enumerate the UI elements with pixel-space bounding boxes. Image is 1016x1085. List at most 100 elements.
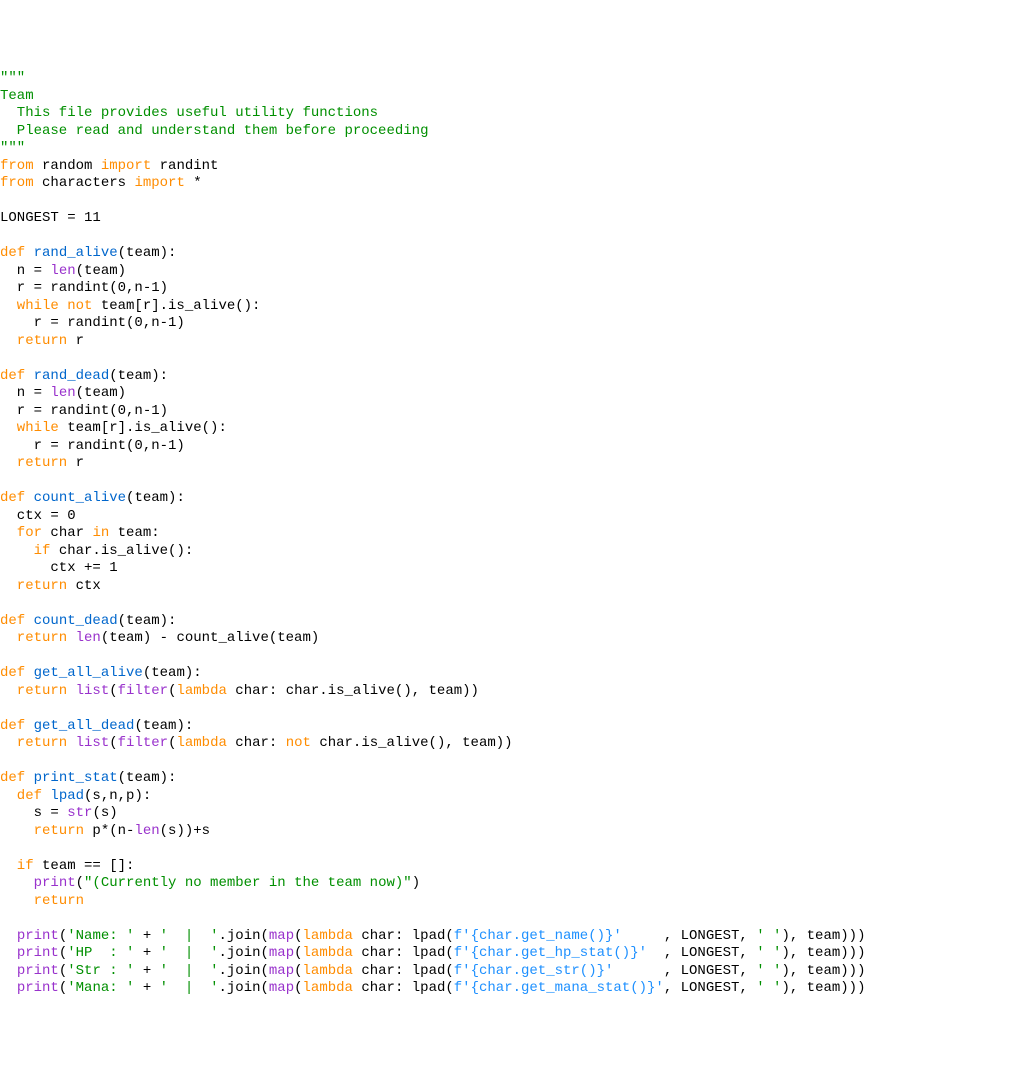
- lambda-kw: lambda: [303, 945, 353, 961]
- docstring-close: """: [0, 140, 25, 156]
- import-kw: import: [134, 175, 184, 191]
- def-kw: def: [0, 245, 25, 261]
- doc-line-2: This file provides useful utility functi…: [0, 105, 378, 121]
- fn-print-stat: print_stat: [25, 770, 117, 786]
- fn-get-all-dead: get_all_dead: [25, 718, 134, 734]
- string-literal: ' ': [756, 963, 781, 979]
- code-text: team[r].is_alive():: [59, 420, 227, 436]
- fn-sig: (team):: [109, 368, 168, 384]
- code-text: ctx = 0: [0, 508, 76, 524]
- code-text: (team): [76, 385, 126, 401]
- return-kw: return: [0, 630, 67, 646]
- lambda-kw: lambda: [303, 980, 353, 996]
- code-text: ), team))): [781, 928, 865, 944]
- code-text: char.is_alive():: [50, 543, 193, 559]
- code-text: r = randint(0,n-1): [0, 315, 185, 331]
- code-text: , LONGEST,: [613, 963, 756, 979]
- print-kw: print: [17, 945, 59, 961]
- paren: (: [294, 963, 302, 979]
- string-literal: ' ': [756, 928, 781, 944]
- randint-name: randint: [151, 158, 218, 174]
- return-kw: return: [0, 578, 67, 594]
- fn-sig: (team):: [126, 490, 185, 506]
- code-text: , LONGEST,: [664, 980, 756, 996]
- map-kw: map: [269, 945, 294, 961]
- string-literal: 'Mana: ': [67, 980, 134, 996]
- code-text: .join(: [218, 945, 268, 961]
- return-kw: return: [0, 455, 67, 471]
- lambda-kw: lambda: [176, 735, 226, 751]
- string-literal: ' ': [756, 980, 781, 996]
- def-kw: def: [0, 718, 25, 734]
- lambda-kw: lambda: [176, 683, 226, 699]
- fn-get-all-alive: get_all_alive: [25, 665, 143, 681]
- star: *: [185, 175, 202, 191]
- code-text: r = randint(0,n-1): [0, 280, 168, 296]
- paren: (: [294, 980, 302, 996]
- return-kw: return: [0, 893, 84, 909]
- doc-line-3: Please read and understand them before p…: [0, 123, 428, 139]
- string-literal: ' | ': [160, 963, 219, 979]
- map-kw: map: [269, 980, 294, 996]
- code-text: +: [134, 963, 159, 979]
- not-kw: not: [59, 298, 93, 314]
- indent: [0, 945, 17, 961]
- string-literal: 'Name: ': [67, 928, 134, 944]
- code-text: +: [134, 928, 159, 944]
- string-literal: "(Currently no member in the team now)": [84, 875, 412, 891]
- def-kw: def: [0, 665, 25, 681]
- def-kw: def: [0, 770, 25, 786]
- string-literal: ' | ': [160, 980, 219, 996]
- fn-count-dead: count_dead: [25, 613, 117, 629]
- code-text: char: [42, 525, 92, 541]
- def-kw: def: [0, 613, 25, 629]
- filter-kw: filter: [118, 735, 168, 751]
- fn-sig: (team):: [118, 770, 177, 786]
- fstring: f'{char.get_name()}': [454, 928, 622, 944]
- len-kw: len: [50, 385, 75, 401]
- paren: (: [59, 980, 67, 996]
- code-text: r = randint(0,n-1): [0, 403, 168, 419]
- characters-mod: characters: [34, 175, 135, 191]
- longest-const: LONGEST = 11: [0, 210, 101, 226]
- code-text: (team) - count_alive(team): [101, 630, 319, 646]
- paren: (: [59, 963, 67, 979]
- while-kw: while: [0, 420, 59, 436]
- return-kw: return: [0, 735, 67, 751]
- fn-count-alive: count_alive: [25, 490, 126, 506]
- paren: (: [76, 875, 84, 891]
- str-kw: str: [67, 805, 92, 821]
- string-literal: ' ': [756, 945, 781, 961]
- code-text: n =: [0, 263, 50, 279]
- return-kw: return: [0, 333, 67, 349]
- def-kw: def: [0, 490, 25, 506]
- paren: (: [109, 735, 117, 751]
- indent: [0, 875, 34, 891]
- string-literal: 'Str : ': [67, 963, 134, 979]
- paren: (: [59, 945, 67, 961]
- print-kw: print: [17, 928, 59, 944]
- code-text: char:: [227, 735, 286, 751]
- code-text: ctx += 1: [0, 560, 118, 576]
- fn-sig: (team):: [118, 613, 177, 629]
- string-literal: ' | ': [160, 928, 219, 944]
- code-text: r: [67, 455, 84, 471]
- indent: [0, 928, 17, 944]
- print-kw: print: [17, 980, 59, 996]
- fstring: f'{char.get_str()}': [454, 963, 614, 979]
- paren: (: [294, 928, 302, 944]
- print-kw: print: [34, 875, 76, 891]
- code-text: char.is_alive(), team)): [311, 735, 513, 751]
- code-text: n =: [0, 385, 50, 401]
- code-text: team:: [109, 525, 159, 541]
- code-text: ), team))): [781, 945, 865, 961]
- code-text: +: [134, 980, 159, 996]
- fstring: f'{char.get_mana_stat()}': [454, 980, 664, 996]
- fn-lpad: lpad: [42, 788, 84, 804]
- code-text: ), team))): [781, 980, 865, 996]
- code-text: char: lpad(: [353, 980, 454, 996]
- code-text: ctx: [67, 578, 101, 594]
- filter-kw: filter: [118, 683, 168, 699]
- lambda-kw: lambda: [303, 928, 353, 944]
- doc-line-1: Team: [0, 88, 34, 104]
